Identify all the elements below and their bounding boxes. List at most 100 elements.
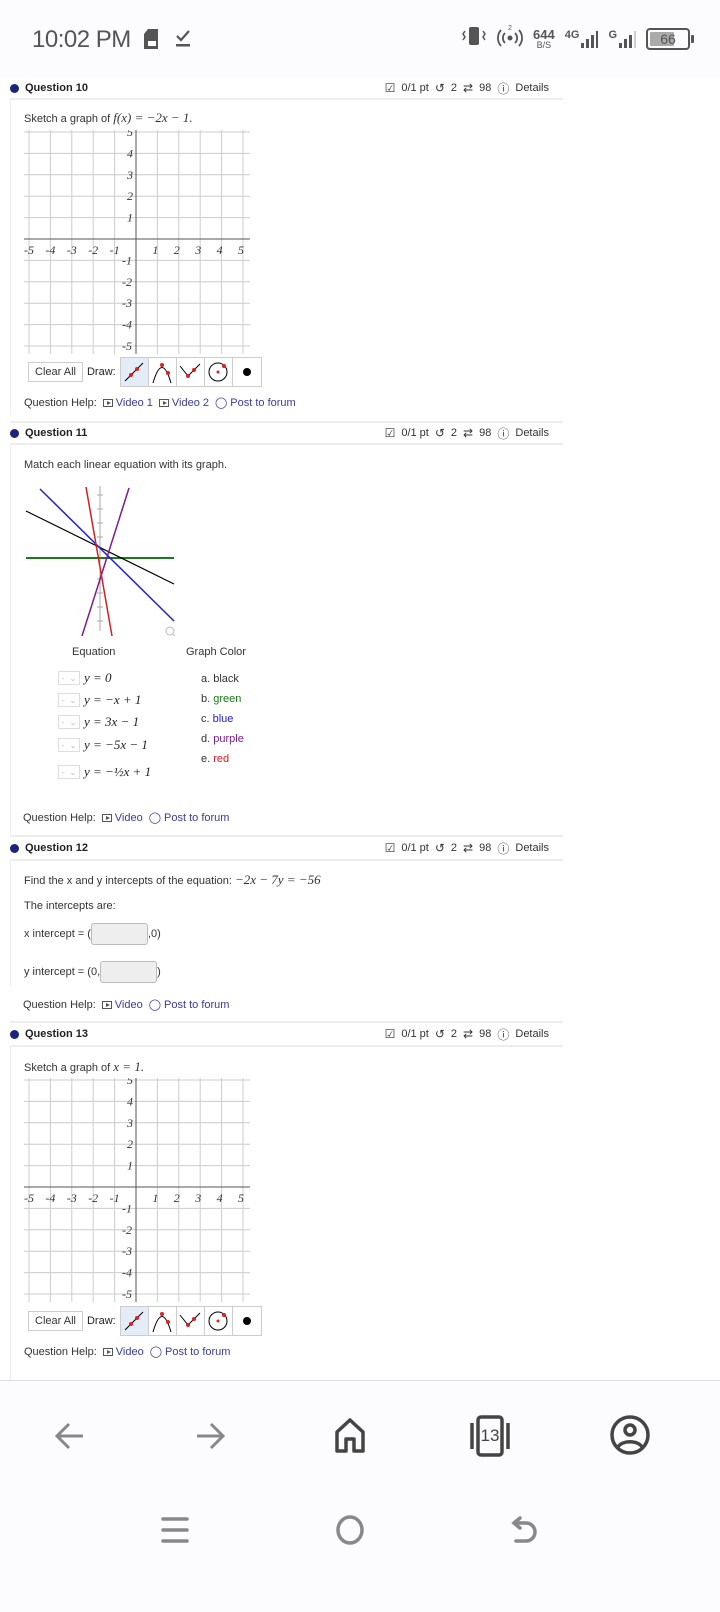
y-tick-label: -3 — [122, 1244, 132, 1258]
x-tick-label: -5 — [24, 243, 34, 257]
x-tick-label: -3 — [67, 1191, 77, 1205]
post-to-forum-link[interactable]: ◯ Post to forum — [150, 1345, 231, 1359]
question-11: Question 11 ☑ 0/1 pt ↺ 2 ⇄ 98 ⓘ Details Matc… — [10, 421, 563, 835]
post-to-forum-link[interactable]: ◯ Post to forum — [148, 811, 230, 825]
retries-count: 2 — [450, 842, 458, 854]
color-option-red: e. red — [201, 753, 230, 765]
question-help: Question Help: Video ◯ Post to forum — [24, 1345, 231, 1359]
recent-apps-button[interactable] — [158, 1513, 192, 1547]
clear-all-button[interactable]: Clear All — [28, 1311, 83, 1331]
equation-row: - ⌄ y = 0 — [58, 670, 112, 686]
attempts-count: 98 — [479, 82, 492, 94]
answer-select[interactable]: - ⌄ — [58, 693, 80, 707]
retries-count: 2 — [450, 1028, 458, 1040]
question-header: Question 10 ☑ 0/1 pt ↺ 2 ⇄ 98 ⓘ Details — [10, 78, 563, 100]
score-checkbox-icon: ☑ — [384, 81, 396, 95]
graph-canvas[interactable]: -5 -4 -3 -2 -1 1 2 3 4 5 5 4 3 2 1 -1 -2 -3 -4 -5 — [24, 125, 250, 359]
video-link[interactable]: Video — [101, 812, 143, 824]
y-tick-label: 5 — [127, 1078, 133, 1087]
x-tick-label: 2 — [174, 1191, 180, 1205]
circle-tool-button[interactable] — [204, 358, 233, 386]
info-icon[interactable]: ⓘ — [497, 1026, 509, 1043]
y-intercept-row: y intercept = (0,) — [24, 961, 161, 983]
x-tick-label: -2 — [88, 1191, 98, 1205]
profile-button[interactable] — [608, 1413, 652, 1457]
y-tick-label: 3 — [126, 168, 133, 182]
y-tick-label: 2 — [127, 1137, 133, 1151]
video-icon — [102, 1347, 113, 1356]
question-header: Question 12 ☑ 0/1 pt ↺ 2 ⇄ 98 ⓘ Details — [10, 835, 563, 861]
line-tool-button[interactable] — [120, 1307, 149, 1335]
status-dot-icon — [10, 843, 19, 853]
info-icon[interactable]: ⓘ — [497, 425, 509, 442]
answer-select[interactable]: - ⌄ — [58, 738, 80, 752]
info-icon[interactable]: ⓘ — [497, 840, 509, 857]
answer-select[interactable]: - ⌄ — [58, 715, 80, 729]
back-curve-icon — [511, 1516, 537, 1543]
x-intercept-input[interactable] — [90, 923, 148, 945]
color-option-black: a. black — [201, 673, 239, 685]
quiz-page: Question 10 ☑ 0/1 pt ↺ 2 ⇄ 98 ⓘ Details Sket… — [0, 78, 720, 1382]
graph-color-header: Graph Color — [186, 646, 246, 658]
forward-button[interactable] — [190, 1416, 230, 1456]
parabola-tool-button[interactable] — [148, 1307, 177, 1335]
score-checkbox-icon: ☑ — [384, 1027, 396, 1041]
equation-row: - ⌄ y = −5x − 1 — [58, 737, 148, 753]
y-tick-label: -1 — [122, 1201, 132, 1215]
system-back-button[interactable] — [508, 1513, 542, 1547]
details-link[interactable]: Details — [515, 1028, 549, 1040]
equation-row: - ⌄ y = −x + 1 — [58, 692, 141, 708]
details-link[interactable]: Details — [515, 427, 549, 439]
answer-select[interactable]: - ⌄ — [58, 671, 80, 685]
details-link[interactable]: Details — [515, 82, 549, 94]
intercepts-label: The intercepts are: — [24, 900, 116, 912]
point-tool-button[interactable] — [232, 358, 261, 386]
info-icon[interactable]: ⓘ — [497, 80, 509, 97]
y-tick-label: 4 — [127, 1094, 133, 1108]
home-button[interactable] — [330, 1416, 370, 1456]
score: 0/1 pt — [401, 82, 429, 94]
hotspot-icon: 2 — [497, 24, 523, 53]
video-icon — [158, 398, 169, 407]
x-tick-label: -5 — [24, 1191, 34, 1205]
comment-icon: ◯ — [148, 812, 162, 824]
x-tick-label: -2 — [88, 243, 98, 257]
details-link[interactable]: Details — [515, 842, 549, 854]
post-to-forum-link[interactable]: ◯ Post to forum — [148, 998, 230, 1012]
post-to-forum-link[interactable]: ◯ Post to forum — [215, 396, 296, 410]
question-help: Question Help: Video ◯ Post to forum — [23, 811, 230, 825]
point-tool-button[interactable] — [232, 1307, 261, 1335]
status-dot-icon — [10, 83, 19, 93]
tabs-button[interactable]: 13 — [466, 1413, 514, 1459]
comment-icon: ◯ — [148, 999, 162, 1011]
battery-indicator: 66 — [646, 27, 694, 50]
system-home-button[interactable] — [333, 1513, 367, 1547]
y-tick-label: -3 — [122, 296, 132, 310]
video-link[interactable]: Video — [102, 1346, 144, 1358]
circle-tool-button[interactable] — [204, 1307, 233, 1335]
graph-canvas[interactable]: -5 -4 -3 -2 -1 1 2 3 4 5 5 4 3 2 1 -1 -2 -3 -4 -5 — [24, 1073, 250, 1307]
absolute-value-tool-button[interactable] — [176, 1307, 205, 1335]
video-link[interactable]: Video — [101, 999, 143, 1011]
back-button[interactable] — [50, 1416, 90, 1456]
purple-line — [81, 487, 130, 637]
clear-all-button[interactable]: Clear All — [28, 362, 83, 382]
answer-select[interactable]: - ⌄ — [58, 765, 80, 779]
line-tool-button[interactable] — [120, 358, 149, 386]
network-speed: 644 B/S — [533, 26, 555, 50]
score: 0/1 pt — [401, 1028, 429, 1040]
y-intercept-input[interactable] — [100, 961, 158, 983]
x-tick-label: 3 — [194, 1191, 201, 1205]
video-1-link[interactable]: Video 1 — [102, 397, 153, 409]
video-icon — [102, 398, 113, 407]
status-bar: 10:02 PM 2 644 B/S 4G G 66 — [0, 0, 720, 78]
attempts-count: 98 — [479, 427, 492, 439]
color-option-green: b. green — [201, 693, 242, 705]
parabola-tool-button[interactable] — [148, 358, 177, 386]
y-tick-label: -5 — [122, 339, 132, 353]
video-2-link[interactable]: Video 2 — [158, 397, 209, 409]
absolute-value-tool-button[interactable] — [176, 358, 205, 386]
circle-home-icon — [336, 1515, 364, 1545]
y-tick-label: -2 — [122, 1223, 132, 1237]
x-tick-label: 5 — [238, 1191, 244, 1205]
